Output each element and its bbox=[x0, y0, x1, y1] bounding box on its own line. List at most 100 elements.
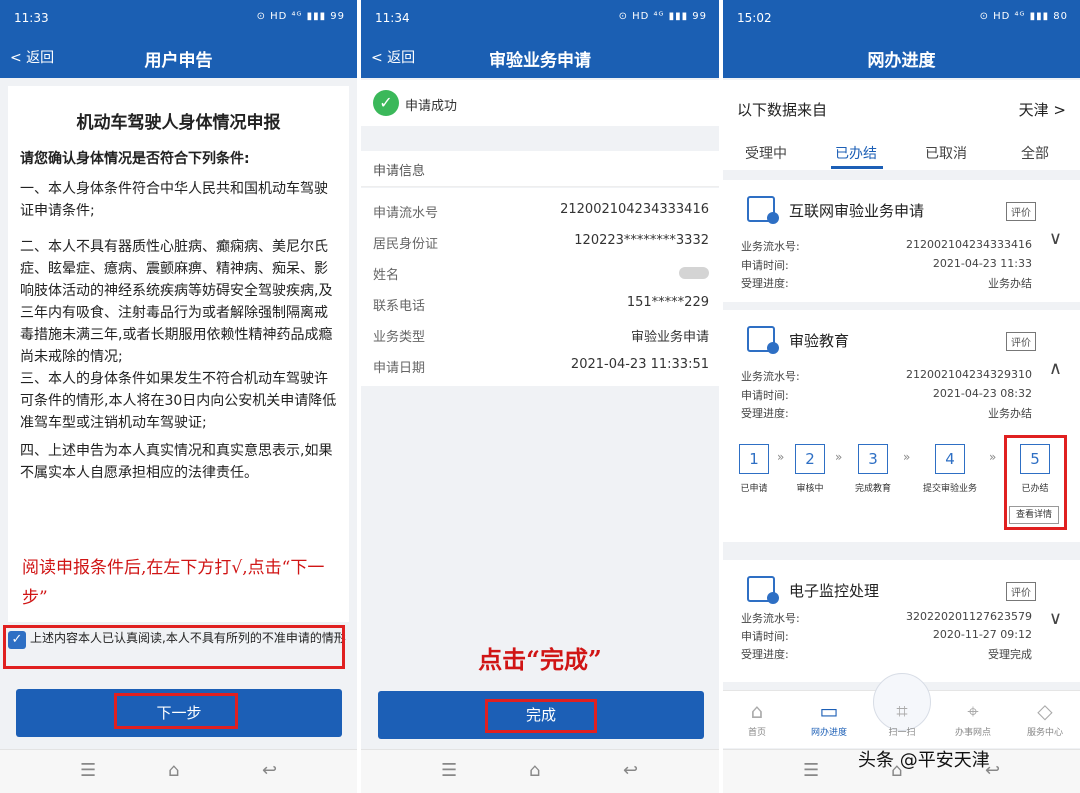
location-icon: ⌖ bbox=[967, 699, 979, 723]
step-box: 2 bbox=[795, 444, 825, 474]
info-row-date: 申请日期 2021-04-23 11:33:51 bbox=[373, 351, 709, 381]
confirm-label: 请您确认身体情况是否符合下列条件: bbox=[20, 151, 250, 167]
rate-button[interactable]: 评价 bbox=[1006, 332, 1036, 351]
info-key: 业务类型 bbox=[373, 330, 426, 345]
condition-paragraph: 四、上述申告为本人真实情况和真实意思表示,如果不属实本人自愿承担相应的法律责任。 bbox=[20, 443, 333, 481]
chevron-up-icon[interactable]: ∧ bbox=[1049, 358, 1062, 379]
kv-value: 2021-04-23 08:32 bbox=[932, 387, 1032, 400]
status-bar: 11:33 ⊙ HD ⁴ᴳ ▮▮▮ 99 bbox=[0, 0, 357, 38]
status-icons: ⊙ HD ⁴ᴳ ▮▮▮ 99 bbox=[618, 11, 707, 22]
kv-key: 业务流水号: bbox=[741, 370, 800, 383]
status-bar: 11:34 ⊙ HD ⁴ᴳ ▮▮▮ 99 bbox=[361, 0, 719, 38]
chevron-down-icon[interactable]: ∨ bbox=[1049, 608, 1062, 629]
kv-value: 212002104234329310 bbox=[906, 368, 1032, 381]
kv-key: 申请时间: bbox=[741, 389, 789, 402]
instruction-annotation: 点击“完成” bbox=[478, 645, 602, 674]
kv-value: 受理完成 bbox=[988, 648, 1032, 661]
app-tab-bar: ⌂ 首页 ▭ 网办进度 ⌗ 扫一扫 ⌖ 办事网点 ◇ 服务中心 bbox=[723, 673, 1080, 748]
info-key: 姓名 bbox=[373, 268, 400, 283]
status-time: 11:34 bbox=[375, 11, 410, 25]
kv-key: 受理进度: bbox=[741, 407, 789, 420]
tab-cancelled[interactable]: 已取消 bbox=[925, 143, 967, 163]
tab-label: 首页 bbox=[747, 728, 766, 738]
status-icons: ⊙ HD ⁴ᴳ ▮▮▮ 80 bbox=[979, 11, 1068, 22]
page-title: 审验业务申请 bbox=[489, 51, 591, 71]
chevron-down-icon[interactable]: ∨ bbox=[1049, 228, 1062, 249]
home-icon[interactable]: ⌂ bbox=[529, 760, 540, 781]
kv-key: 申请时间: bbox=[741, 259, 789, 272]
tab-service-center[interactable]: ◇ 服务中心 bbox=[1015, 699, 1075, 738]
instruction-annotation: 阅读申报条件后,在左下方打√,点击“下一步” bbox=[22, 558, 325, 608]
condition-paragraph: 三、本人的身体条件如果发生不符合机动车驾驶许可条件的情形,本人将在30日内向公安… bbox=[20, 371, 337, 431]
kv-value: 212002104234333416 bbox=[906, 238, 1032, 251]
tab-scan[interactable]: ⌗ 扫一扫 bbox=[872, 699, 932, 738]
card-title: 互联网审验业务申请 bbox=[789, 202, 925, 220]
info-row-id-card: 居民身份证 120223********3332 bbox=[373, 227, 709, 257]
info-value: 151*****229 bbox=[626, 295, 709, 310]
rate-button[interactable]: 评价 bbox=[1006, 202, 1036, 221]
screen-user-declaration: 11:33 ⊙ HD ⁴ᴳ ▮▮▮ 99 < 返回 用户申告 机动车驾驶人身体情… bbox=[0, 0, 357, 793]
kv-value: 业务办结 bbox=[988, 407, 1032, 420]
info-row-name: 姓名 bbox=[373, 258, 709, 288]
info-row-serial: 申请流水号 212002104234333416 bbox=[373, 196, 709, 226]
city-selector[interactable]: 天津 > bbox=[1019, 99, 1066, 120]
data-source-label: 以下数据来自 bbox=[737, 101, 828, 119]
page-title: 用户申告 bbox=[144, 51, 213, 71]
kv-key: 申请时间: bbox=[741, 630, 789, 643]
info-list: 申请流水号 212002104234333416 居民身份证 120223***… bbox=[361, 188, 719, 386]
info-key: 联系电话 bbox=[373, 299, 426, 314]
watermark-text: 头条 @平安天津 bbox=[858, 750, 990, 771]
home-icon[interactable]: ⌂ bbox=[168, 760, 179, 781]
info-value: 2021-04-23 11:33:51 bbox=[570, 357, 709, 372]
kv-value: 业务办结 bbox=[988, 277, 1032, 290]
condition-paragraph: 一、本人身体条件符合中华人民共和国机动车驾驶证申请条件; bbox=[20, 181, 328, 219]
tab-completed[interactable]: 已办结 bbox=[835, 143, 877, 163]
step-box: 1 bbox=[739, 444, 769, 474]
kv-key: 业务流水号: bbox=[741, 240, 800, 253]
highlight-box bbox=[1004, 435, 1067, 530]
info-section-header: 申请信息 bbox=[361, 151, 719, 187]
step-arrow-icon: » bbox=[777, 450, 785, 464]
tab-in-progress[interactable]: 受理中 bbox=[745, 143, 787, 163]
rate-button[interactable]: 评价 bbox=[1006, 582, 1036, 601]
step-arrow-icon: » bbox=[989, 450, 997, 464]
check-circle-icon: ✓ bbox=[373, 90, 399, 116]
home-icon: ⌂ bbox=[750, 699, 764, 723]
step-arrow-icon: » bbox=[835, 450, 843, 464]
condition-paragraph: 二、本人不具有器质性心脏病、癫痫病、美尼尔氏症、眩晕症、癔病、震颤麻痹、精神病、… bbox=[20, 239, 333, 365]
menu-icon[interactable]: ☰ bbox=[441, 760, 457, 781]
back-icon[interactable]: ↩ bbox=[623, 760, 638, 781]
menu-icon[interactable]: ☰ bbox=[803, 760, 819, 781]
info-row-business-type: 业务类型 审验业务申请 bbox=[373, 320, 709, 350]
status-icons: ⊙ HD ⁴ᴳ ▮▮▮ 99 bbox=[256, 11, 345, 22]
tab-service-points[interactable]: ⌖ 办事网点 bbox=[943, 699, 1003, 738]
nav-bar: < 返回 审验业务申请 bbox=[361, 38, 719, 78]
step-label: 审核中 bbox=[796, 484, 824, 494]
badge-icon bbox=[767, 592, 779, 604]
progress-card[interactable]: 互联网审验业务申请 评价 ∨ 业务流水号: 212002104234333416 … bbox=[723, 180, 1080, 302]
declaration-card: 机动车驾驶人身体情况申报 请您确认身体情况是否符合下列条件: 一、本人身体条件符… bbox=[8, 86, 349, 622]
screen-online-progress: 15:02 ⊙ HD ⁴ᴳ ▮▮▮ 80 网办进度 以下数据来自 天津 > 受理… bbox=[723, 0, 1080, 793]
highlight-box bbox=[3, 625, 345, 669]
kv-key: 受理进度: bbox=[741, 648, 789, 661]
tab-label: 服务中心 bbox=[1026, 728, 1063, 738]
card-title: 审验教育 bbox=[789, 332, 850, 350]
highlight-box bbox=[114, 693, 238, 729]
info-key: 申请流水号 bbox=[373, 206, 439, 221]
tab-label: 办事网点 bbox=[954, 728, 991, 738]
tab-online-progress[interactable]: ▭ 网办进度 bbox=[799, 699, 859, 738]
step-label: 完成教育 bbox=[854, 484, 891, 494]
badge-icon bbox=[767, 342, 779, 354]
active-tab-indicator bbox=[831, 166, 883, 169]
status-time: 11:33 bbox=[14, 11, 49, 25]
tab-home[interactable]: ⌂ 首页 bbox=[727, 699, 787, 738]
source-and-tabs: 以下数据来自 天津 > 受理中 已办结 已取消 全部 bbox=[723, 80, 1080, 170]
step-label: 提交审验业务 bbox=[922, 484, 977, 494]
back-icon[interactable]: ↩ bbox=[262, 760, 277, 781]
scan-icon: ⌗ bbox=[896, 699, 908, 723]
tab-all[interactable]: 全部 bbox=[1021, 143, 1049, 163]
status-time: 15:02 bbox=[737, 11, 772, 25]
progress-card[interactable]: 电子监控处理 评价 ∨ 业务流水号: 320220201127623579 申请时… bbox=[723, 560, 1080, 682]
menu-icon[interactable]: ☰ bbox=[80, 760, 96, 781]
page-title: 网办进度 bbox=[867, 51, 936, 71]
